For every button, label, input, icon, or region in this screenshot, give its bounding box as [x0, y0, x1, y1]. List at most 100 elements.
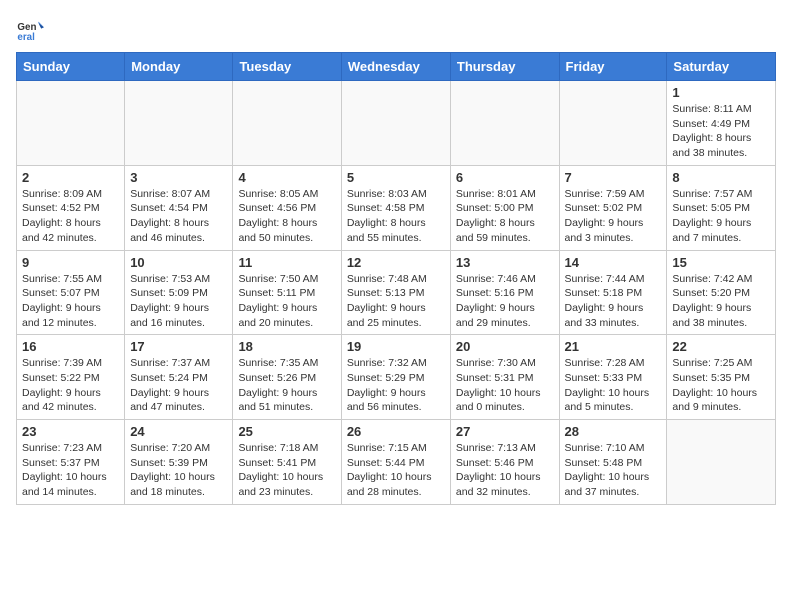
day-info: Sunrise: 7:50 AM Sunset: 5:11 PM Dayligh… [238, 272, 335, 331]
calendar-header-row: SundayMondayTuesdayWednesdayThursdayFrid… [17, 53, 776, 81]
day-info: Sunrise: 7:57 AM Sunset: 5:05 PM Dayligh… [672, 187, 770, 246]
calendar-cell [125, 81, 233, 166]
calendar-cell: 15 Sunrise: 7:42 AM Sunset: 5:20 PM Dayli… [667, 250, 776, 335]
calendar-week-3: 9 Sunrise: 7:55 AM Sunset: 5:07 PM Daylig… [17, 250, 776, 335]
calendar-cell: 28 Sunrise: 7:10 AM Sunset: 5:48 PM Dayli… [559, 420, 667, 505]
calendar-cell: 26Sunrise: 7:15 AM Sunset: 5:44 PM Dayli… [341, 420, 450, 505]
day-number: 13 [456, 255, 554, 270]
calendar-cell: 17 Sunrise: 7:37 AM Sunset: 5:24 PM Dayli… [125, 335, 233, 420]
logo: Gen eral [16, 16, 48, 44]
day-number: 24 [130, 424, 227, 439]
calendar-week-4: 16 Sunrise: 7:39 AM Sunset: 5:22 PM Dayli… [17, 335, 776, 420]
calendar-cell: 1 Sunrise: 8:11 AM Sunset: 4:49 PM Daylig… [667, 81, 776, 166]
day-info: Sunrise: 7:25 AM Sunset: 5:35 PM Dayligh… [672, 356, 770, 415]
day-info: Sunrise: 7:55 AM Sunset: 5:07 PM Dayligh… [22, 272, 119, 331]
day-number: 3 [130, 170, 227, 185]
calendar-cell: 4 Sunrise: 8:05 AM Sunset: 4:56 PM Daylig… [233, 165, 341, 250]
day-info: Sunrise: 7:53 AM Sunset: 5:09 PM Dayligh… [130, 272, 227, 331]
day-info: Sunrise: 7:20 AM Sunset: 5:39 PM Dayligh… [130, 441, 227, 500]
calendar-cell: 14 Sunrise: 7:44 AM Sunset: 5:18 PM Dayli… [559, 250, 667, 335]
day-number: 16 [22, 339, 119, 354]
day-info: Sunrise: 7:18 AM Sunset: 5:41 PM Dayligh… [238, 441, 335, 500]
day-info: Sunrise: 7:46 AM Sunset: 5:16 PM Dayligh… [456, 272, 554, 331]
day-number: 1 [672, 85, 770, 100]
calendar-cell: 13 Sunrise: 7:46 AM Sunset: 5:16 PM Dayli… [450, 250, 559, 335]
calendar-cell: 23Sunrise: 7:23 AM Sunset: 5:37 PM Dayli… [17, 420, 125, 505]
header-sunday: Sunday [17, 53, 125, 81]
day-number: 2 [22, 170, 119, 185]
day-info: Sunrise: 7:42 AM Sunset: 5:20 PM Dayligh… [672, 272, 770, 331]
calendar-cell: 12 Sunrise: 7:48 AM Sunset: 5:13 PM Dayli… [341, 250, 450, 335]
calendar-cell [450, 81, 559, 166]
calendar-cell: 18Sunrise: 7:35 AM Sunset: 5:26 PM Dayli… [233, 335, 341, 420]
calendar: SundayMondayTuesdayWednesdayThursdayFrid… [16, 52, 776, 505]
svg-text:eral: eral [17, 32, 35, 43]
day-number: 8 [672, 170, 770, 185]
calendar-cell [667, 420, 776, 505]
day-info: Sunrise: 7:48 AM Sunset: 5:13 PM Dayligh… [347, 272, 445, 331]
day-number: 6 [456, 170, 554, 185]
day-info: Sunrise: 7:35 AM Sunset: 5:26 PM Dayligh… [238, 356, 335, 415]
calendar-cell: 20 Sunrise: 7:30 AM Sunset: 5:31 PM Dayli… [450, 335, 559, 420]
day-number: 22 [672, 339, 770, 354]
calendar-cell [233, 81, 341, 166]
calendar-week-1: 1 Sunrise: 8:11 AM Sunset: 4:49 PM Daylig… [17, 81, 776, 166]
day-number: 12 [347, 255, 445, 270]
day-info: Sunrise: 7:32 AM Sunset: 5:29 PM Dayligh… [347, 356, 445, 415]
logo-icon: Gen eral [16, 16, 44, 44]
header-tuesday: Tuesday [233, 53, 341, 81]
day-number: 28 [565, 424, 662, 439]
header-monday: Monday [125, 53, 233, 81]
day-info: Sunrise: 7:44 AM Sunset: 5:18 PM Dayligh… [565, 272, 662, 331]
header-thursday: Thursday [450, 53, 559, 81]
calendar-cell: 24 Sunrise: 7:20 AM Sunset: 5:39 PM Dayli… [125, 420, 233, 505]
day-info: Sunrise: 8:07 AM Sunset: 4:54 PM Dayligh… [130, 187, 227, 246]
day-number: 14 [565, 255, 662, 270]
calendar-cell: 9 Sunrise: 7:55 AM Sunset: 5:07 PM Daylig… [17, 250, 125, 335]
day-number: 21 [565, 339, 662, 354]
calendar-cell [17, 81, 125, 166]
day-number: 4 [238, 170, 335, 185]
calendar-cell: 2 Sunrise: 8:09 AM Sunset: 4:52 PM Daylig… [17, 165, 125, 250]
day-info: Sunrise: 8:01 AM Sunset: 5:00 PM Dayligh… [456, 187, 554, 246]
day-number: 9 [22, 255, 119, 270]
day-info: Sunrise: 8:03 AM Sunset: 4:58 PM Dayligh… [347, 187, 445, 246]
calendar-cell: 22 Sunrise: 7:25 AM Sunset: 5:35 PM Dayli… [667, 335, 776, 420]
calendar-cell: 16 Sunrise: 7:39 AM Sunset: 5:22 PM Dayli… [17, 335, 125, 420]
header-saturday: Saturday [667, 53, 776, 81]
day-info: Sunrise: 7:28 AM Sunset: 5:33 PM Dayligh… [565, 356, 662, 415]
day-number: 23 [22, 424, 119, 439]
header-wednesday: Wednesday [341, 53, 450, 81]
day-number: 17 [130, 339, 227, 354]
day-info: Sunrise: 7:37 AM Sunset: 5:24 PM Dayligh… [130, 356, 227, 415]
day-info: Sunrise: 7:10 AM Sunset: 5:48 PM Dayligh… [565, 441, 662, 500]
day-info: Sunrise: 7:39 AM Sunset: 5:22 PM Dayligh… [22, 356, 119, 415]
calendar-cell: 3 Sunrise: 8:07 AM Sunset: 4:54 PM Daylig… [125, 165, 233, 250]
day-number: 27 [456, 424, 554, 439]
calendar-week-2: 2 Sunrise: 8:09 AM Sunset: 4:52 PM Daylig… [17, 165, 776, 250]
calendar-cell: 7Sunrise: 7:59 AM Sunset: 5:02 PM Daylig… [559, 165, 667, 250]
calendar-cell: 10 Sunrise: 7:53 AM Sunset: 5:09 PM Dayli… [125, 250, 233, 335]
day-info: Sunrise: 8:09 AM Sunset: 4:52 PM Dayligh… [22, 187, 119, 246]
calendar-cell: 21 Sunrise: 7:28 AM Sunset: 5:33 PM Dayli… [559, 335, 667, 420]
page-header: Gen eral [16, 16, 776, 44]
calendar-cell: 19 Sunrise: 7:32 AM Sunset: 5:29 PM Dayli… [341, 335, 450, 420]
day-number: 10 [130, 255, 227, 270]
calendar-cell: 6 Sunrise: 8:01 AM Sunset: 5:00 PM Daylig… [450, 165, 559, 250]
day-number: 15 [672, 255, 770, 270]
header-friday: Friday [559, 53, 667, 81]
day-info: Sunrise: 7:59 AM Sunset: 5:02 PM Dayligh… [565, 187, 662, 246]
day-number: 19 [347, 339, 445, 354]
calendar-cell: 5Sunrise: 8:03 AM Sunset: 4:58 PM Daylig… [341, 165, 450, 250]
calendar-cell: 25 Sunrise: 7:18 AM Sunset: 5:41 PM Dayli… [233, 420, 341, 505]
calendar-cell [341, 81, 450, 166]
day-info: Sunrise: 7:30 AM Sunset: 5:31 PM Dayligh… [456, 356, 554, 415]
day-number: 25 [238, 424, 335, 439]
calendar-cell: 27Sunrise: 7:13 AM Sunset: 5:46 PM Dayli… [450, 420, 559, 505]
calendar-cell: 11 Sunrise: 7:50 AM Sunset: 5:11 PM Dayli… [233, 250, 341, 335]
day-number: 20 [456, 339, 554, 354]
day-info: Sunrise: 8:05 AM Sunset: 4:56 PM Dayligh… [238, 187, 335, 246]
calendar-week-5: 23Sunrise: 7:23 AM Sunset: 5:37 PM Dayli… [17, 420, 776, 505]
day-info: Sunrise: 8:11 AM Sunset: 4:49 PM Dayligh… [672, 102, 770, 161]
day-number: 11 [238, 255, 335, 270]
